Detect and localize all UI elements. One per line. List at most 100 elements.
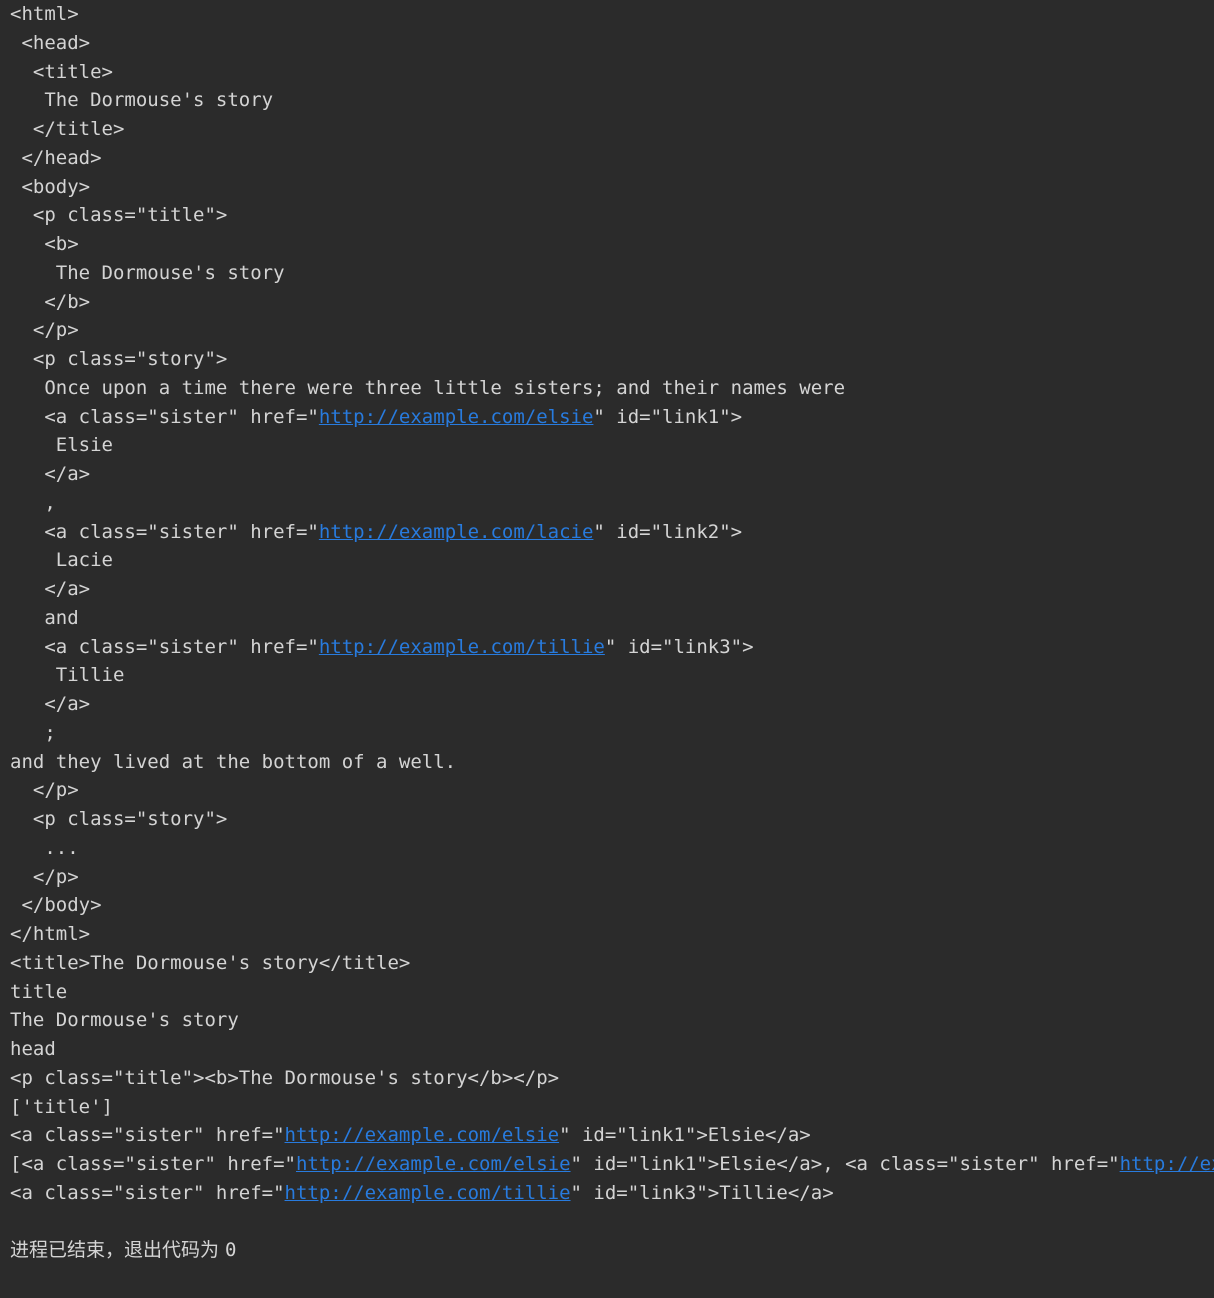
console-text: <title> (10, 60, 113, 83)
console-line: </p> (10, 776, 1214, 805)
console-line: The Dormouse's story (10, 259, 1214, 288)
console-text: Once upon a time there were three little… (10, 376, 846, 399)
console-text: The Dormouse's story (10, 261, 285, 284)
console-line: </a> (10, 575, 1214, 604)
console-line: <p class="title"><b>The Dormouse's story… (10, 1064, 1214, 1093)
console-line: <title>The Dormouse's story</title> (10, 949, 1214, 978)
console-text: </title> (10, 118, 125, 140)
console-text: <p class="title"><b>The Dormouse's story… (10, 1066, 560, 1089)
console-text: </p> (10, 319, 79, 342)
console-text: <a class="sister" href=" (10, 1181, 285, 1204)
console-text: <a class="sister" href=" (10, 520, 319, 543)
console-text: </p> (10, 865, 79, 888)
console-url-link[interactable]: http://example.com/tillie (285, 1182, 571, 1204)
console-line: </b> (10, 288, 1214, 317)
console-url-link[interactable]: http://example.com/elsie (319, 406, 594, 428)
console-text: " id="link1">Elsie</a>, <a class="sister… (570, 1153, 1120, 1175)
console-line: <p class="title"> (10, 201, 1214, 230)
console-text: " id="link1">Elsie</a> (559, 1124, 811, 1147)
console-text: <head> (10, 31, 91, 54)
console-line: The Dormouse's story (10, 1006, 1214, 1035)
process-exit-message: 进程已结束，退出代码为 0 (10, 1236, 1214, 1265)
console-text: </head> (10, 146, 102, 169)
console-text: <a class="sister" href=" (10, 635, 319, 658)
console-text: head (10, 1038, 56, 1060)
console-line: [<a class="sister" href="http://example.… (10, 1150, 1214, 1179)
console-line: <p class="story"> (10, 805, 1214, 834)
console-text: <p class="story"> (10, 348, 228, 370)
console-text: </a> (10, 463, 91, 485)
console-line: <html> (10, 0, 1214, 29)
console-line: <a class="sister" href="http://example.c… (10, 518, 1214, 547)
console-line: </body> (10, 891, 1214, 920)
console-line: </title> (10, 115, 1214, 144)
console-text: , (10, 491, 56, 514)
console-url-link[interactable]: http://example.com/tillie (319, 636, 605, 658)
console-line: Once upon a time there were three little… (10, 374, 1214, 403)
console-text: <html> (10, 3, 79, 25)
console-text: Elsie (10, 434, 113, 457)
console-text: " id="link2"> (593, 520, 743, 543)
console-line: ; (10, 719, 1214, 748)
console-text: [<a class="sister" href=" (10, 1153, 296, 1175)
console-line: title (10, 978, 1214, 1007)
console-text: </body> (10, 894, 102, 917)
console-text: </html> (10, 923, 91, 945)
console-text: </a> (10, 693, 91, 715)
console-text: Lacie (10, 549, 113, 572)
console-text: <title>The Dormouse's story</title> (10, 951, 411, 974)
console-line: ... (10, 834, 1214, 863)
console-line: Lacie (10, 546, 1214, 575)
console-line: <a class="sister" href="http://example.c… (10, 633, 1214, 662)
console-line: </html> (10, 920, 1214, 949)
console-line: , (10, 489, 1214, 518)
console-line: head (10, 1035, 1214, 1064)
console-url-link[interactable]: http://example.com/elsie (296, 1153, 571, 1175)
run-console-output: <html> <head> <title> The Dormouse's sto… (10, 0, 1214, 1298)
console-text: <a class="sister" href=" (10, 1124, 285, 1147)
console-text: " id="link3"> (604, 635, 754, 658)
console-line: <title> (10, 58, 1214, 87)
console-line: <head> (10, 29, 1214, 58)
console-line: and (10, 604, 1214, 633)
console-line: <a class="sister" href="http://example.c… (10, 1121, 1214, 1150)
console-text: The Dormouse's story (10, 1009, 239, 1032)
console-line: <a class="sister" href="http://example.c… (10, 403, 1214, 432)
console-line: and they lived at the bottom of a well. (10, 748, 1214, 777)
console-line: </a> (10, 460, 1214, 489)
console-text: ; (10, 721, 56, 744)
console-text: <b> (10, 233, 79, 255)
console-text: and they lived at the bottom of a well. (10, 750, 457, 773)
console-line: The Dormouse's story (10, 86, 1214, 115)
console-text: </a> (10, 578, 91, 600)
console-line: </head> (10, 144, 1214, 173)
console-url-link[interactable]: http://example.com/elsie (285, 1124, 560, 1146)
console-line: <p class="story"> (10, 345, 1214, 374)
exit-message-text: 进程已结束，退出代码为 (10, 1239, 226, 1262)
console-line: ['title'] (10, 1093, 1214, 1122)
console-text: title (10, 980, 68, 1003)
console-text: Tillie (10, 664, 125, 687)
console-line: <body> (10, 173, 1214, 202)
console-text: ... (10, 836, 79, 859)
console-text: The Dormouse's story (10, 89, 274, 112)
console-text: <p class="title"> (10, 204, 228, 227)
console-text: " id="link3">Tillie</a> (570, 1181, 834, 1204)
console-line: </p> (10, 316, 1214, 345)
console-text: <body> (10, 175, 91, 198)
console-text: <p class="story"> (10, 808, 228, 830)
console-url-link[interactable]: http://example.com/lacie (1120, 1153, 1214, 1175)
console-line: <b> (10, 230, 1214, 259)
console-text: <a class="sister" href=" (10, 405, 319, 428)
console-url-link[interactable]: http://example.com/lacie (319, 521, 594, 543)
console-text: </b> (10, 290, 91, 313)
console-line: Elsie (10, 431, 1214, 460)
console-text: ['title'] (10, 1095, 113, 1118)
console-text: " id="link1"> (593, 405, 743, 428)
exit-code: 0 (225, 1239, 237, 1262)
console-text: and (10, 606, 79, 629)
console-line: </p> (10, 863, 1214, 892)
console-line: <a class="sister" href="http://example.c… (10, 1179, 1214, 1208)
console-text: </p> (10, 779, 79, 802)
